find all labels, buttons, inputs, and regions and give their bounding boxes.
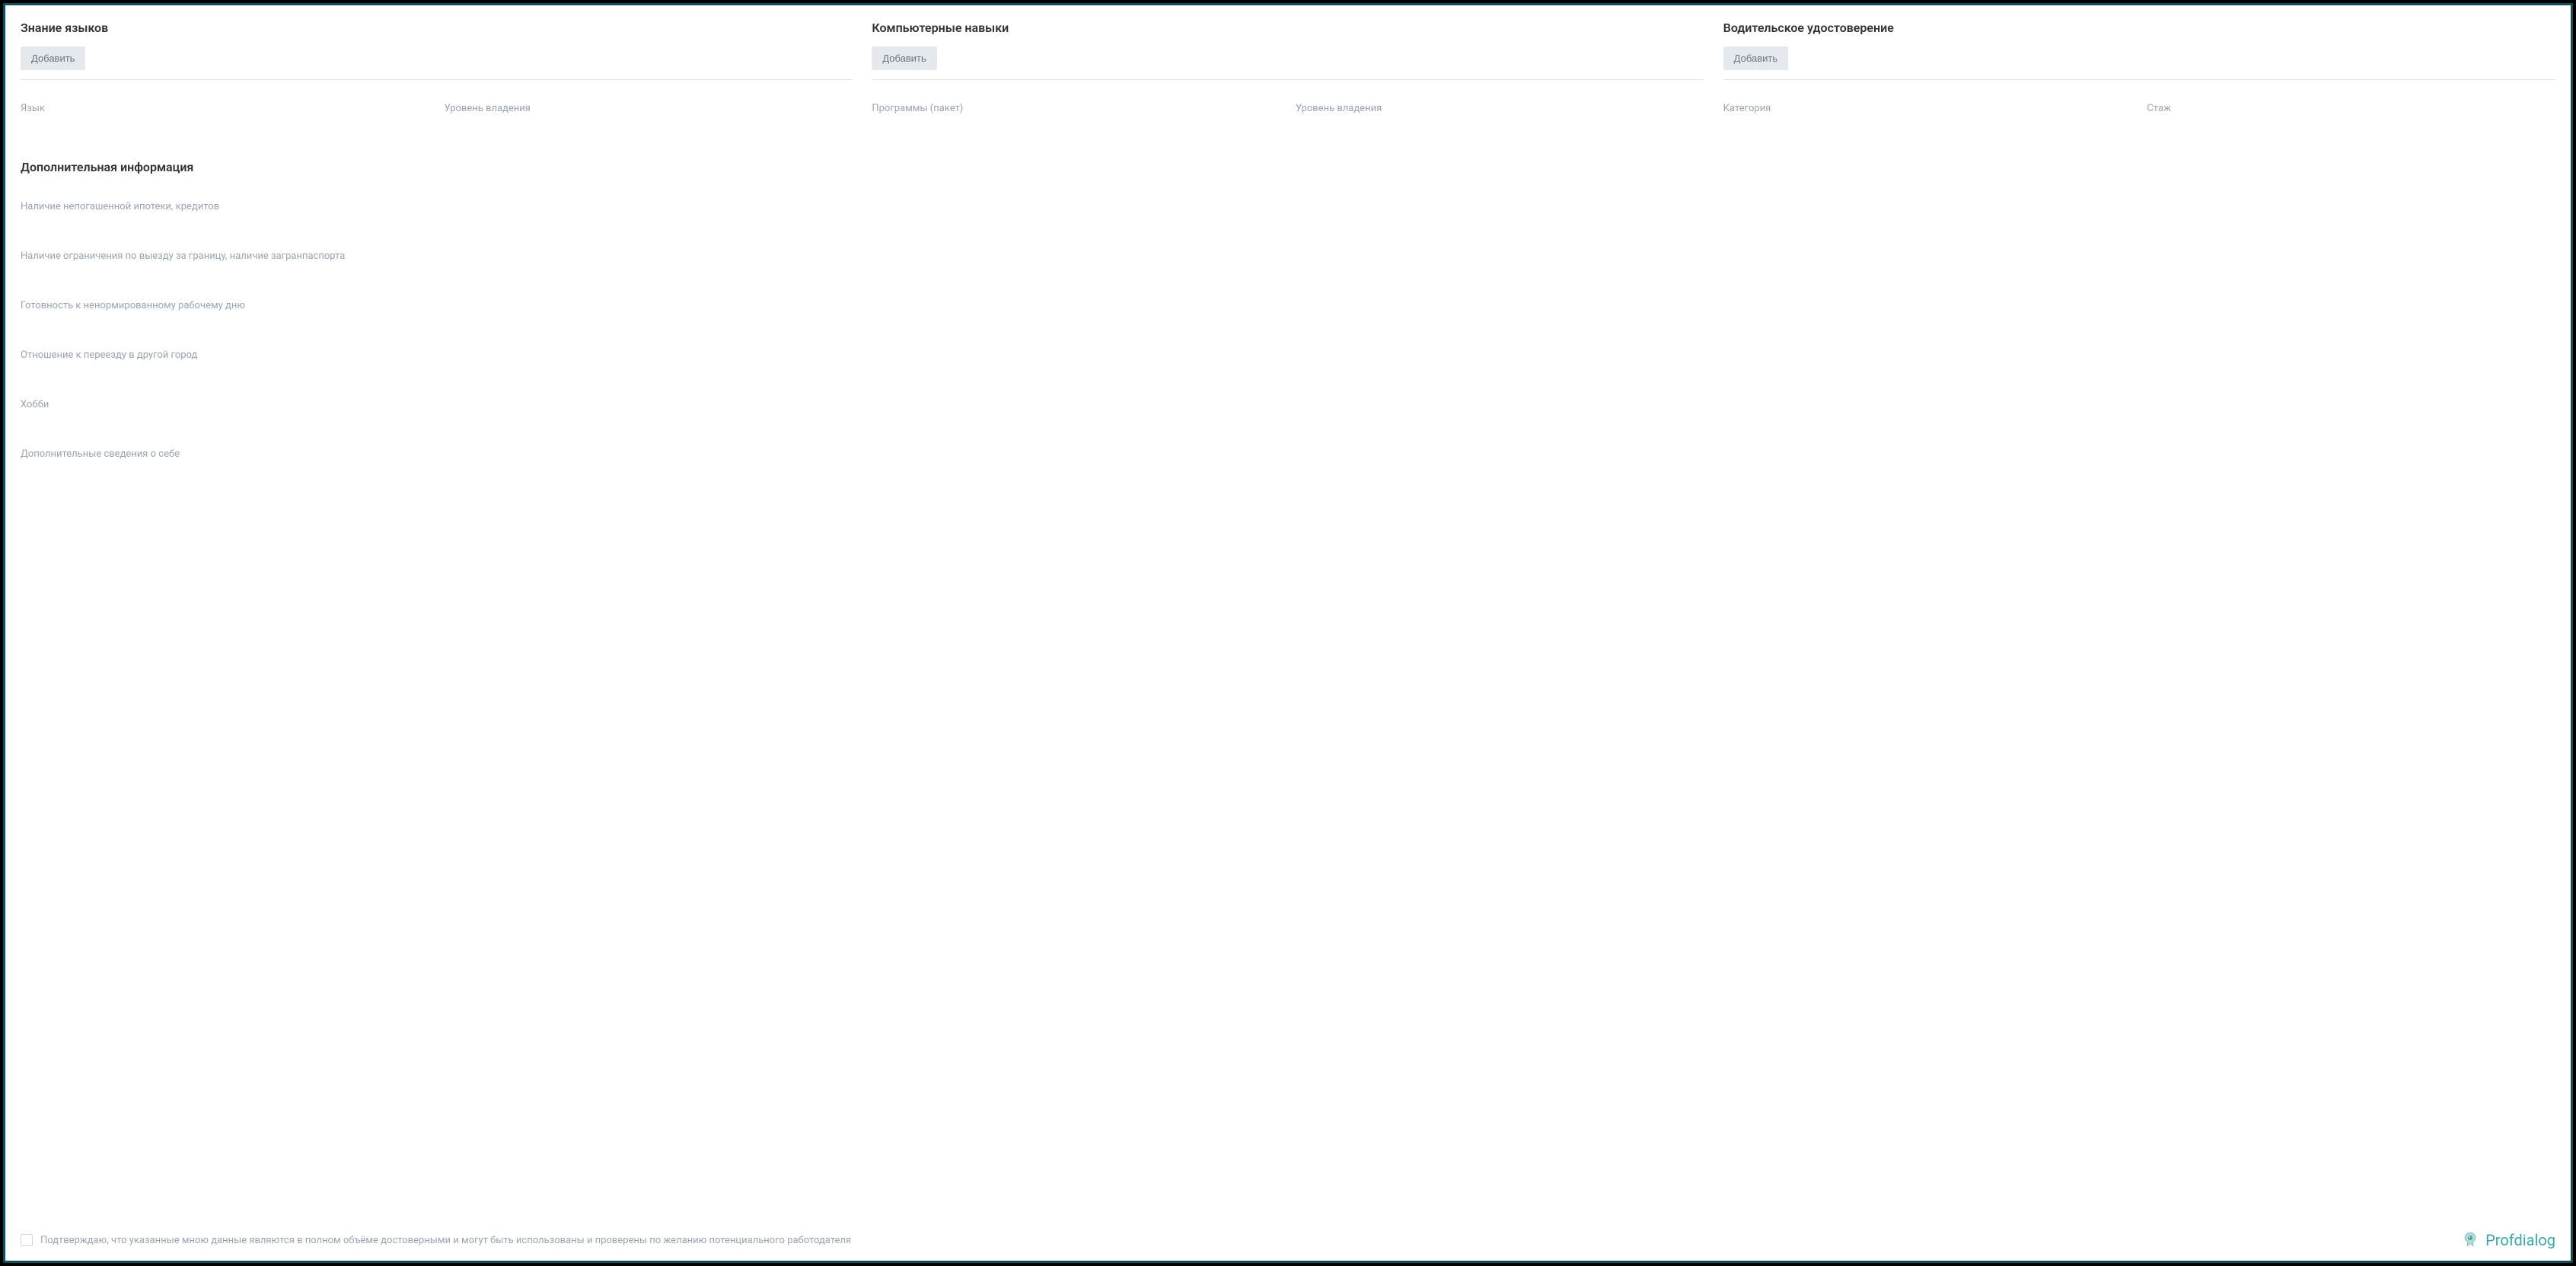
computer-col-programs: Программы (пакет) (872, 103, 1280, 114)
consent-block: Подтверждаю, что указанные мною данные я… (21, 1234, 851, 1246)
driver-col-experience: Стаж (2147, 103, 2555, 114)
profdialog-icon (2461, 1231, 2479, 1249)
languages-headers: Язык Уровень владения (21, 103, 853, 114)
consent-text: Подтверждаю, что указанные мною данные я… (40, 1235, 851, 1246)
logo-text: Profdialog (2485, 1231, 2555, 1249)
add-driver-button[interactable]: Добавить (1723, 46, 1788, 70)
overtime-label: Готовность к ненормированному рабочему д… (21, 300, 2555, 311)
computer-headers: Программы (пакет) Уровень владения (872, 103, 1704, 114)
languages-col-level: Уровень владения (445, 103, 853, 114)
footer-row: Подтверждаю, что указанные мною данные я… (21, 1231, 2555, 1249)
additional-section: Дополнительная информация Наличие непога… (21, 160, 2555, 460)
extra-label: Дополнительные сведения о себе (21, 448, 2555, 460)
divider (872, 79, 1704, 80)
divider (21, 79, 853, 80)
computer-title: Компьютерные навыки (872, 21, 1704, 35)
add-language-button[interactable]: Добавить (21, 46, 85, 70)
form-content: Знание языков Добавить Язык Уровень влад… (21, 21, 2555, 1216)
logo: Profdialog (2461, 1231, 2555, 1249)
driver-headers: Категория Стаж (1723, 103, 2555, 114)
mortgage-label: Наличие непогашенной ипотеки, кредитов (21, 201, 2555, 212)
add-computer-button[interactable]: Добавить (872, 46, 936, 70)
consent-checkbox[interactable] (21, 1234, 33, 1246)
driver-section: Водительское удостоверение Добавить Кате… (1723, 21, 2555, 114)
travel-label: Наличие ограничения по выезду за границу… (21, 250, 2555, 262)
driver-col-category: Категория (1723, 103, 2132, 114)
computer-col-level: Уровень владения (1296, 103, 1704, 114)
languages-title: Знание языков (21, 21, 853, 35)
additional-title: Дополнительная информация (21, 160, 2555, 174)
skills-row: Знание языков Добавить Язык Уровень влад… (21, 21, 2555, 114)
form-window: Знание языков Добавить Язык Уровень влад… (3, 3, 2573, 1263)
relocation-label: Отношение к переезду в другой город (21, 349, 2555, 361)
languages-section: Знание языков Добавить Язык Уровень влад… (21, 21, 853, 114)
hobby-label: Хобби (21, 399, 2555, 410)
languages-col-language: Язык (21, 103, 429, 114)
driver-title: Водительское удостоверение (1723, 21, 2555, 35)
divider (1723, 79, 2555, 80)
computer-section: Компьютерные навыки Добавить Программы (… (872, 21, 1704, 114)
